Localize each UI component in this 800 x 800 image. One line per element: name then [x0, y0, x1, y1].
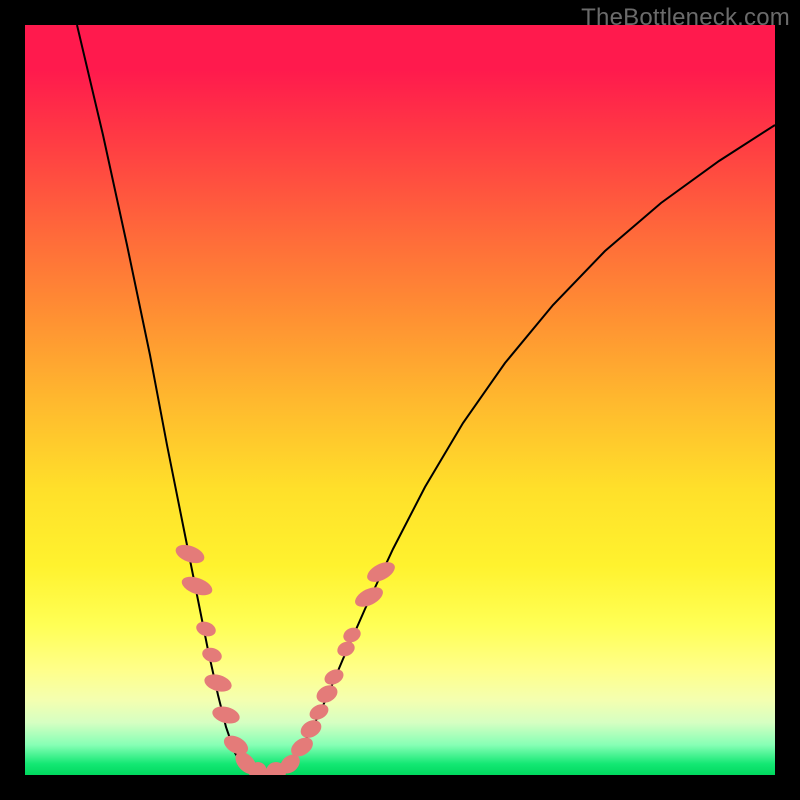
data-marker [314, 682, 341, 706]
plot-area [25, 25, 775, 775]
data-markers [173, 541, 398, 775]
chart-frame: TheBottleneck.com [0, 0, 800, 800]
data-marker [200, 645, 223, 664]
data-marker [194, 619, 217, 638]
watermark-text: TheBottleneck.com [581, 4, 790, 32]
data-marker [352, 583, 386, 611]
data-marker [335, 639, 357, 659]
data-marker [341, 625, 363, 645]
left-curve [77, 25, 263, 774]
data-marker [364, 558, 398, 586]
data-marker [210, 704, 241, 727]
data-marker [297, 717, 324, 742]
curves-svg [25, 25, 775, 775]
data-marker [322, 666, 346, 687]
data-marker [202, 671, 233, 694]
data-marker [307, 701, 331, 723]
